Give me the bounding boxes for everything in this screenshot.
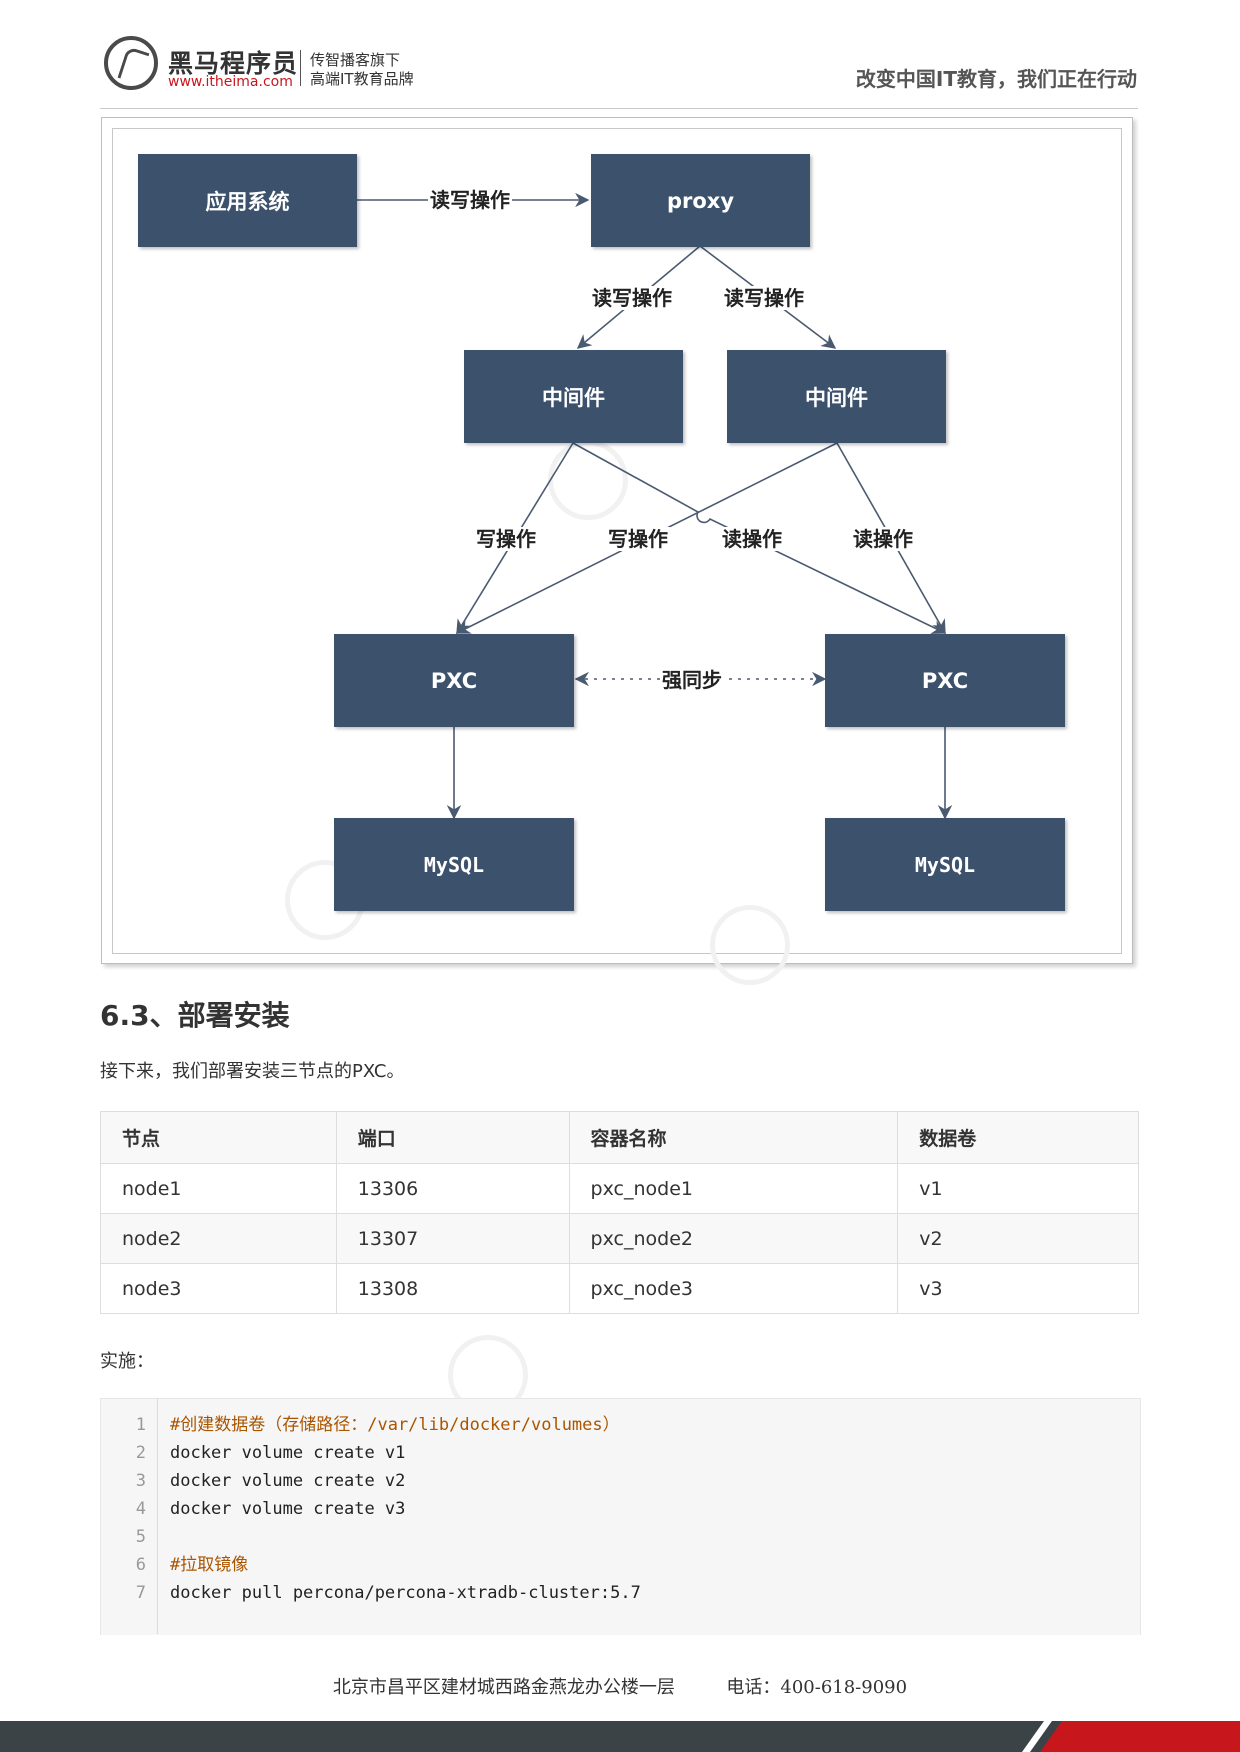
implementation-label: 实施： [100,1351,154,1372]
line-number: 6 [135,1555,146,1575]
table-cell: 13308 [335,1263,570,1314]
code-line: 2 docker volume create v1 [100,1439,1139,1467]
line-number: 5 [135,1527,146,1547]
node-middleware-right: 中间件 [727,350,946,443]
node-app-system: 应用系统 [138,154,357,247]
table-header: 节点 [100,1111,337,1164]
table-cell: v3 [897,1263,1139,1314]
code-text: docker volume create v3 [170,1499,406,1519]
code-line: 3 docker volume create v2 [100,1467,1139,1495]
node-middleware-left: 中间件 [464,350,683,443]
node-proxy: proxy [591,154,810,247]
table-cell: v2 [897,1213,1139,1264]
table-header-row: 节点 端口 容器名称 数据卷 [100,1111,1139,1164]
node-mysql-right: MySQL [825,818,1065,911]
table-cell: node3 [100,1263,337,1314]
line-number: 3 [135,1471,146,1491]
code-line: 1 #创建数据卷（存储路径：/var/lib/docker/volumes） [100,1411,1139,1439]
node-table: 节点 端口 容器名称 数据卷 node1 13306 pxc_node1 v1 … [100,1111,1139,1314]
code-line: 6 #拉取镜像 [100,1551,1139,1579]
code-text: #创建数据卷（存储路径：/var/lib/docker/volumes） [170,1415,620,1435]
code-text: docker volume create v1 [170,1443,406,1463]
node-pxc-left: PXC [334,634,574,727]
section-heading: 6.3、部署安装 [100,999,290,1032]
edge-label-read-cross: 读操作 [720,527,784,551]
edge-label-app-proxy: 读写操作 [428,188,512,212]
table-header: 端口 [335,1111,570,1164]
table-cell: node2 [100,1213,337,1264]
table-cell: 13307 [335,1213,570,1264]
table-cell: pxc_node3 [568,1263,899,1314]
table-cell: 13306 [335,1163,570,1214]
edge-label-proxy-mw-right: 读写操作 [722,286,806,310]
code-text: #拉取镜像 [170,1555,249,1575]
code-text: docker volume create v2 [170,1471,406,1491]
table-header: 数据卷 [897,1111,1139,1164]
table-cell: pxc_node1 [568,1163,899,1214]
table-header: 容器名称 [568,1111,899,1164]
table-row: node2 13307 pxc_node2 v2 [100,1213,1139,1264]
footer-phone: 电话：400-618-9090 [726,1677,908,1698]
edge-label-write-left: 写操作 [474,527,538,551]
line-number: 4 [135,1499,146,1519]
footer-accent [1040,1721,1240,1752]
code-line: 7 docker pull percona/percona-xtradb-clu… [100,1579,1139,1607]
edge-label-proxy-mw-left: 读写操作 [590,286,674,310]
table-cell: node1 [100,1163,337,1214]
edge-label-write-cross: 写操作 [606,527,670,551]
footer-address: 北京市昌平区建材城西路金燕龙办公楼一层 [332,1677,675,1698]
line-number: 2 [135,1443,146,1463]
section-intro: 接下来，我们部署安装三节点的PXC。 [100,1061,405,1082]
table-cell: pxc_node2 [568,1213,899,1264]
node-pxc-right: PXC [825,634,1065,727]
table-row: node1 13306 pxc_node1 v1 [100,1163,1139,1214]
code-line: 5 [100,1523,1139,1551]
edge-label-read-right: 读操作 [851,527,915,551]
node-mysql-left: MySQL [334,818,574,911]
table-cell: v1 [897,1163,1139,1214]
edge-label-sync: 强同步 [660,668,724,692]
line-number: 1 [135,1415,146,1435]
line-number: 7 [135,1583,146,1603]
code-text: docker pull percona/percona-xtradb-clust… [170,1583,641,1603]
footer-contact: 北京市昌平区建材城西路金燕龙办公楼一层 电话：400-618-9090 [0,1673,1240,1699]
table-row: node3 13308 pxc_node3 v3 [100,1263,1139,1314]
code-line: 4 docker volume create v3 [100,1495,1139,1523]
